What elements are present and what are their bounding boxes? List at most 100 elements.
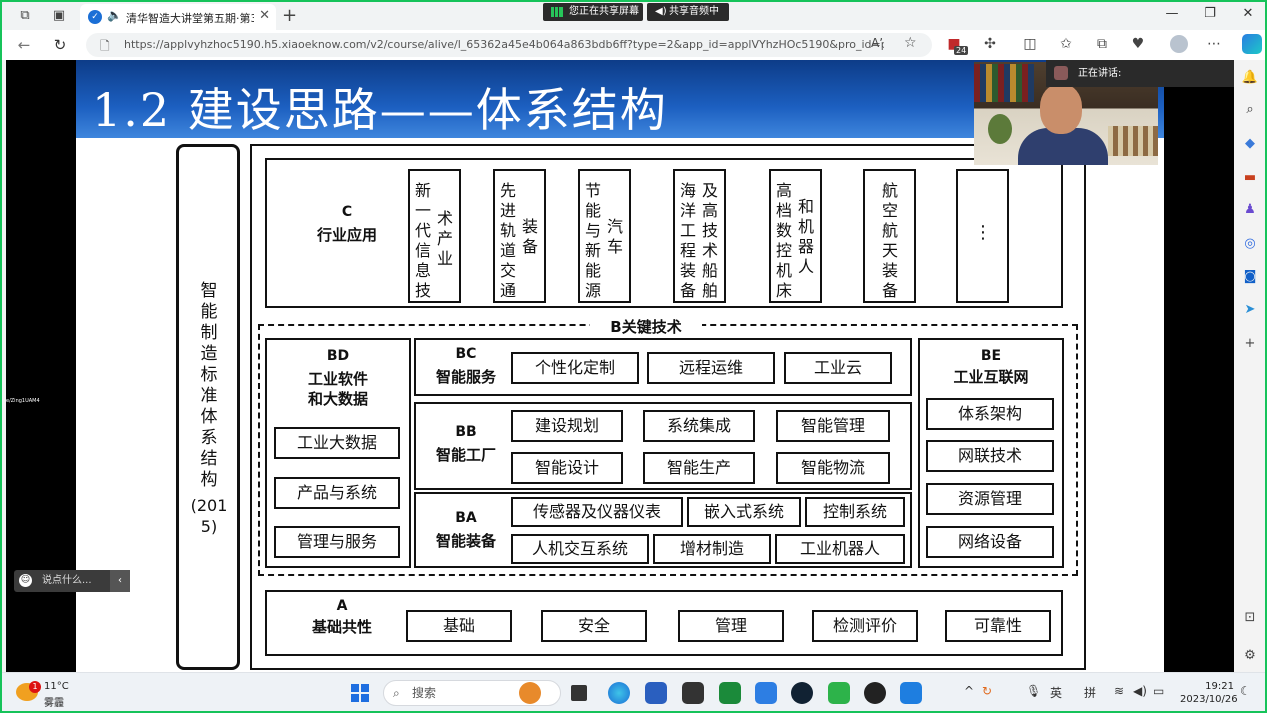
screenshot-icon[interactable]: ⊡ [1240, 608, 1260, 628]
store-icon[interactable] [645, 682, 667, 704]
search-icon[interactable]: ⌕ [1240, 100, 1260, 120]
add-icon[interactable]: + [1240, 334, 1260, 354]
industry-column-3: 节能与新能源 汽车 [578, 169, 631, 303]
minimize-button[interactable]: — [1162, 6, 1182, 21]
more-menu-icon[interactable]: ⋯ [1204, 36, 1224, 52]
bc-item: 个性化定制 [511, 352, 639, 384]
clock-time[interactable]: 19:21 [1180, 681, 1234, 692]
tab-active[interactable]: ✓ 🔈 清华智造大讲堂第五期·第3讲 ✕ [80, 4, 276, 30]
industry-column-more: ⋮ [956, 169, 1009, 303]
browser-tab-bar: ⧉ ▣ ✓ 🔈 清华智造大讲堂第五期·第3讲 ✕ + 您正在共享屏幕 ◀) 共享… [2, 2, 1265, 30]
settings-gear-icon[interactable]: ⚙ [1240, 646, 1260, 666]
battery-icon[interactable]: ▭ [1153, 684, 1164, 698]
be-item: 网络设备 [926, 526, 1054, 558]
wifi-icon[interactable]: ≋ [1114, 684, 1124, 698]
extension-badge: 24 [954, 46, 969, 55]
industry-column-text: 术产业 [436, 209, 453, 268]
bd-item: 工业大数据 [274, 427, 400, 459]
clock-date[interactable]: 2023/10/26 [1180, 694, 1238, 705]
ba-item: 增材制造 [653, 534, 771, 564]
section-bb-code: BB [455, 424, 477, 440]
tray-chevron-icon[interactable]: ^ [964, 684, 974, 698]
weather-temp[interactable]: 11°C [44, 681, 69, 692]
extensions-puzzle-icon[interactable]: ✣ [980, 36, 1000, 52]
standard-year: (2015) [190, 496, 228, 536]
edge-browser-icon[interactable] [608, 682, 630, 704]
copilot-icon[interactable] [1242, 34, 1262, 54]
start-windows-icon[interactable] [351, 684, 369, 702]
speaker-avatar [1054, 66, 1068, 80]
close-window-button[interactable]: ✕ [1238, 6, 1258, 21]
be-item: 资源管理 [926, 483, 1054, 515]
favorites-icon[interactable]: ✩ [1056, 36, 1076, 52]
games-icon[interactable]: ♟ [1240, 200, 1260, 220]
emoji-icon[interactable]: ☺ [19, 574, 32, 587]
page-info-icon[interactable]: 🗋 [100, 37, 110, 58]
url-field[interactable]: 🗋 https://applvyhzhoc5190.h5.xiaoeknow.c… [86, 33, 932, 57]
back-arrow-icon[interactable]: ← [14, 36, 34, 54]
windows-taskbar: 1 11°C 雾霾 ⌕ 搜索 ^ ↻ 🎙 英 拼 ≋ ◀) ▭ 19:21 20… [2, 672, 1265, 711]
ba-item: 传感器及仪器仪表 [511, 497, 683, 527]
ime-mode[interactable]: 拼 [1084, 684, 1096, 701]
media-app-icon[interactable] [791, 682, 813, 704]
industry-column-5: 高档数控机床 和机器人 [769, 169, 822, 303]
speaker-icon[interactable]: 🔈 [107, 8, 122, 22]
split-screen-icon[interactable]: ◫ [1020, 36, 1040, 52]
a-item: 检测评价 [812, 610, 918, 642]
notification-bell-icon[interactable]: 🔔 [1240, 68, 1260, 88]
close-tab-icon[interactable]: ✕ [259, 8, 270, 23]
speaking-indicator: 正在讲话: [1046, 60, 1234, 87]
volume-icon[interactable]: ◀) [1133, 684, 1147, 698]
site-favicon-icon: ✓ [88, 10, 102, 24]
performance-icon[interactable]: ♥ [1128, 36, 1148, 52]
edge-sidebar: 🔔 ⌕ ◆ ▬ ♟ ◎ ◙ ➤ + ⊡ ⚙ [1234, 60, 1265, 672]
outlook-icon[interactable]: ◙ [1240, 267, 1260, 287]
wechat-icon[interactable] [828, 682, 850, 704]
send-icon[interactable]: ➤ [1240, 300, 1260, 320]
audio-share-indicator[interactable]: ◀) 共享音频中 [647, 3, 729, 21]
weather-desc[interactable]: 雾霾 [44, 694, 64, 709]
xbox-icon[interactable] [719, 682, 741, 704]
profile-avatar[interactable] [1170, 35, 1188, 53]
microphone-icon[interactable]: 🎙 [1026, 684, 1041, 698]
section-bc-code: BC [455, 346, 477, 362]
toolbox-icon[interactable]: ▬ [1240, 168, 1260, 188]
copilot-app-icon[interactable]: ◎ [1240, 234, 1260, 254]
restore-button[interactable]: ❐ [1200, 6, 1220, 21]
qq-icon[interactable] [864, 682, 886, 704]
new-tab-button[interactable]: + [282, 5, 297, 26]
url-text[interactable]: https://applvyhzhoc5190.h5.xiaoeknow.com… [124, 38, 884, 51]
plant-image [988, 114, 1012, 144]
focus-moon-icon[interactable]: ☾ [1240, 684, 1251, 698]
app-icon[interactable] [755, 682, 777, 704]
tab-actions-icon[interactable]: ▣ [50, 7, 68, 25]
bb-item: 智能物流 [776, 452, 890, 484]
bc-item: 工业云 [784, 352, 892, 384]
read-aloud-icon[interactable]: Aʼ [871, 36, 883, 50]
3d-app-icon[interactable] [682, 682, 704, 704]
search-highlight-icon[interactable] [519, 682, 541, 704]
tag-icon[interactable]: ◆ [1240, 134, 1260, 154]
industry-column-text: 先进轨道交通 [499, 181, 516, 300]
task-view-icon[interactable] [571, 685, 587, 701]
favorite-star-icon[interactable]: ☆ [904, 35, 917, 51]
ba-item: 人机交互系统 [511, 534, 649, 564]
tray-app-icon[interactable]: ↻ [982, 684, 992, 698]
collapse-chevron-icon[interactable]: ‹ [110, 570, 130, 592]
industry-column-text: 航空航天装备 [881, 181, 898, 300]
bb-item: 系统集成 [643, 410, 755, 442]
meeting-app-icon[interactable] [900, 682, 922, 704]
bd-item: 管理与服务 [274, 526, 400, 558]
section-a-name: 基础共性 [311, 618, 372, 636]
standard-architecture-label: 智能制造标准体系结构 [200, 281, 218, 490]
a-item: 可靠性 [945, 610, 1051, 642]
a-item: 安全 [541, 610, 647, 642]
chat-input[interactable]: ☺ 说点什么... ‹ [14, 570, 130, 592]
refresh-icon[interactable]: ↻ [50, 36, 70, 54]
industry-column-text: 及高技术船舶 [701, 181, 718, 300]
section-bd-code: BD [326, 348, 350, 364]
collections-icon[interactable]: ⧉ [1092, 36, 1112, 52]
ime-language[interactable]: 英 [1050, 684, 1062, 701]
screen-share-indicator[interactable]: 您正在共享屏幕 [543, 3, 643, 21]
workspaces-icon[interactable]: ⧉ [16, 7, 34, 25]
